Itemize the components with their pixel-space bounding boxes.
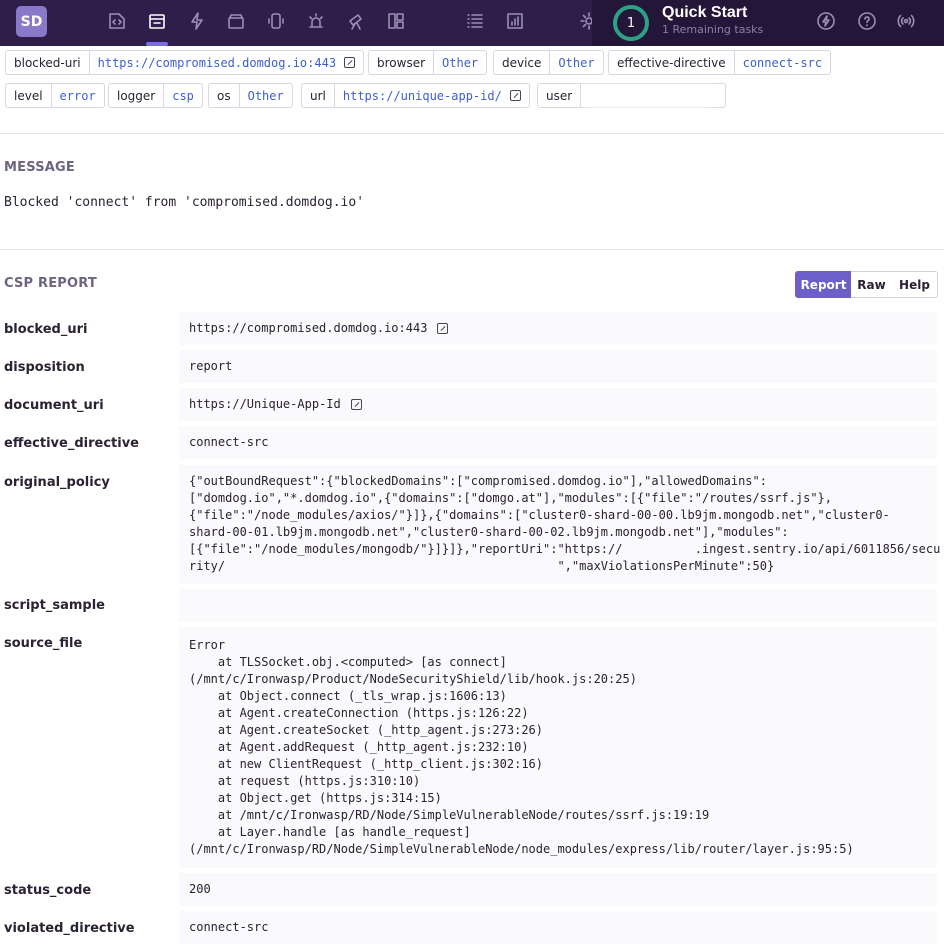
tag-key: effective-directive	[609, 51, 735, 74]
tag-key: user	[538, 84, 582, 107]
row-key-effective-directive: effective_directive	[4, 436, 139, 451]
row-value-blocked-uri: https://compromised.domdog.io:443	[179, 312, 937, 345]
policy-line: {"outBoundRequest":{"blockedDomains":["c…	[189, 474, 767, 488]
report-view-button[interactable]: Report	[795, 271, 852, 298]
stack-line: (/mnt/c/Ironwasp/RD/Node/SimpleVulnerabl…	[189, 842, 854, 856]
quick-start-title[interactable]: Quick Start	[662, 4, 747, 22]
tag-value[interactable]: error	[52, 84, 104, 107]
dashboards-icon[interactable]	[384, 9, 408, 33]
discover-icon[interactable]	[344, 9, 368, 33]
stack-line: at Object.connect (_tls_wrap.js:1606:13)	[189, 689, 507, 703]
quick-start-count: 1	[626, 15, 636, 31]
stack-line: at Agent.addRequest (_http_agent.js:232:…	[189, 740, 529, 754]
row-key-disposition: disposition	[4, 360, 85, 375]
stack-line: at TLSSocket.obj.<computed> [as connect]	[189, 655, 507, 669]
code-icon[interactable]	[105, 9, 129, 33]
stack-line: (/mnt/c/Ironwasp/Product/NodeSecurityShi…	[189, 672, 637, 686]
policy-line: {"file":"/node_modules/axios/"}]},{"doma…	[189, 508, 890, 522]
external-link-icon[interactable]	[437, 322, 449, 334]
tag-os[interactable]: os Other	[208, 83, 293, 108]
alerts-icon[interactable]	[304, 9, 328, 33]
row-value-source-file: Error at TLSSocket.obj.<computed> [as co…	[179, 627, 937, 868]
tag-key: browser	[369, 51, 435, 74]
performance-icon[interactable]	[185, 9, 209, 33]
tag-value-redacted[interactable]	[581, 84, 717, 107]
external-link-icon[interactable]	[344, 57, 356, 68]
tag-value[interactable]: Other	[550, 51, 602, 74]
tag-logger[interactable]: logger csp	[108, 83, 203, 108]
raw-view-button[interactable]: Raw	[851, 271, 893, 298]
stack-line: at /mnt/c/Ironwasp/RD/Node/SimpleVulnera…	[189, 808, 710, 822]
projects-list-icon[interactable]	[463, 9, 487, 33]
tag-value[interactable]: connect-src	[735, 51, 830, 74]
help-button[interactable]: Help	[892, 271, 938, 298]
row-key-blocked-uri: blocked_uri	[4, 322, 88, 337]
tag-effective-directive[interactable]: effective-directive connect-src	[608, 50, 832, 75]
tag-browser[interactable]: browser Other	[368, 50, 488, 75]
row-key-source-file: source_file	[4, 636, 83, 651]
csp-report-heading: CSP REPORT	[4, 276, 97, 291]
stack-line: at new ClientRequest (_http_client.js:30…	[189, 757, 544, 771]
stats-icon[interactable]	[503, 9, 527, 33]
external-link-icon[interactable]	[509, 90, 521, 101]
stack-line: at Object.get (https.js:314:15)	[189, 791, 442, 805]
stack-line: at request (https.js:310:10)	[189, 774, 421, 788]
tag-value[interactable]: https://compromised.domdog.io:443	[90, 51, 363, 74]
policy-line: [{"file":"/node_modules/mongodb/"}]}]},"…	[189, 542, 941, 556]
message-heading: MESSAGE	[4, 160, 75, 175]
releases-icon[interactable]	[224, 9, 248, 33]
policy-line: ["domdog.io","*.domdog.io",{"domains":["…	[189, 491, 832, 505]
active-tab-indicator	[146, 42, 168, 46]
organization-avatar[interactable]: SD	[16, 6, 47, 37]
tag-value[interactable]: csp	[164, 84, 202, 107]
tag-value[interactable]: https://unique-app-id/	[335, 84, 529, 107]
stack-line: at Agent.createSocket (_http_agent.js:27…	[189, 723, 544, 737]
stack-line: at Agent.createConnection (https.js:126:…	[189, 706, 529, 720]
message-text: Blocked 'connect' from 'compromised.domd…	[4, 195, 365, 210]
row-value-effective-directive: connect-src	[179, 426, 937, 459]
tag-value[interactable]: Other	[434, 51, 486, 74]
service-status-icon[interactable]	[894, 9, 918, 33]
tag-key: os	[209, 84, 240, 107]
tag-blocked-uri[interactable]: blocked-uri https://compromised.domdog.i…	[5, 50, 365, 75]
row-value-original-policy: {"outBoundRequest":{"blockedDomains":["c…	[179, 465, 941, 584]
row-key-script-sample: script_sample	[4, 598, 105, 613]
row-value-violated-directive: connect-src	[179, 911, 937, 944]
tag-key: logger	[109, 84, 165, 107]
stack-line: Error	[189, 638, 226, 652]
tag-key: level	[6, 84, 52, 107]
tag-key: url	[302, 84, 335, 107]
tag-value[interactable]: Other	[240, 84, 292, 107]
stack-line: at Layer.handle [as handle_request]	[189, 825, 471, 839]
help-icon[interactable]	[855, 9, 879, 33]
issues-icon[interactable]	[145, 9, 169, 33]
user-feedback-icon[interactable]	[264, 9, 288, 33]
section-divider	[0, 249, 944, 250]
policy-line: shard-00-01.lb9jm.mongodb.net","cluster0…	[189, 525, 789, 539]
tag-url[interactable]: url https://unique-app-id/	[301, 83, 530, 108]
tag-user[interactable]: user	[537, 83, 726, 108]
row-key-document-uri: document_uri	[4, 398, 104, 413]
quick-start-subtitle: 1 Remaining tasks	[662, 23, 764, 36]
top-navigation-bar: SD 1 Quick Start 1 Remaining tasks	[0, 0, 944, 46]
policy-line: rity/ ","maxViolationsPerMinute":50}	[189, 559, 775, 573]
row-value-disposition: report	[179, 350, 937, 383]
tag-key: device	[494, 51, 551, 74]
row-value-script-sample	[179, 589, 937, 622]
section-divider	[0, 133, 944, 134]
row-key-status-code: status_code	[4, 883, 92, 898]
tag-key: blocked-uri	[6, 51, 90, 74]
external-link-icon[interactable]	[350, 398, 362, 410]
row-value-document-uri: https://Unique-App-Id	[179, 388, 937, 421]
tag-level[interactable]: level error	[5, 83, 105, 108]
broadcast-icon[interactable]	[814, 9, 838, 33]
row-key-original-policy: original_policy	[4, 475, 110, 490]
row-key-violated-directive: violated_directive	[4, 921, 135, 936]
tag-device[interactable]: device Other	[493, 50, 604, 75]
row-value-status-code: 200	[179, 873, 937, 906]
